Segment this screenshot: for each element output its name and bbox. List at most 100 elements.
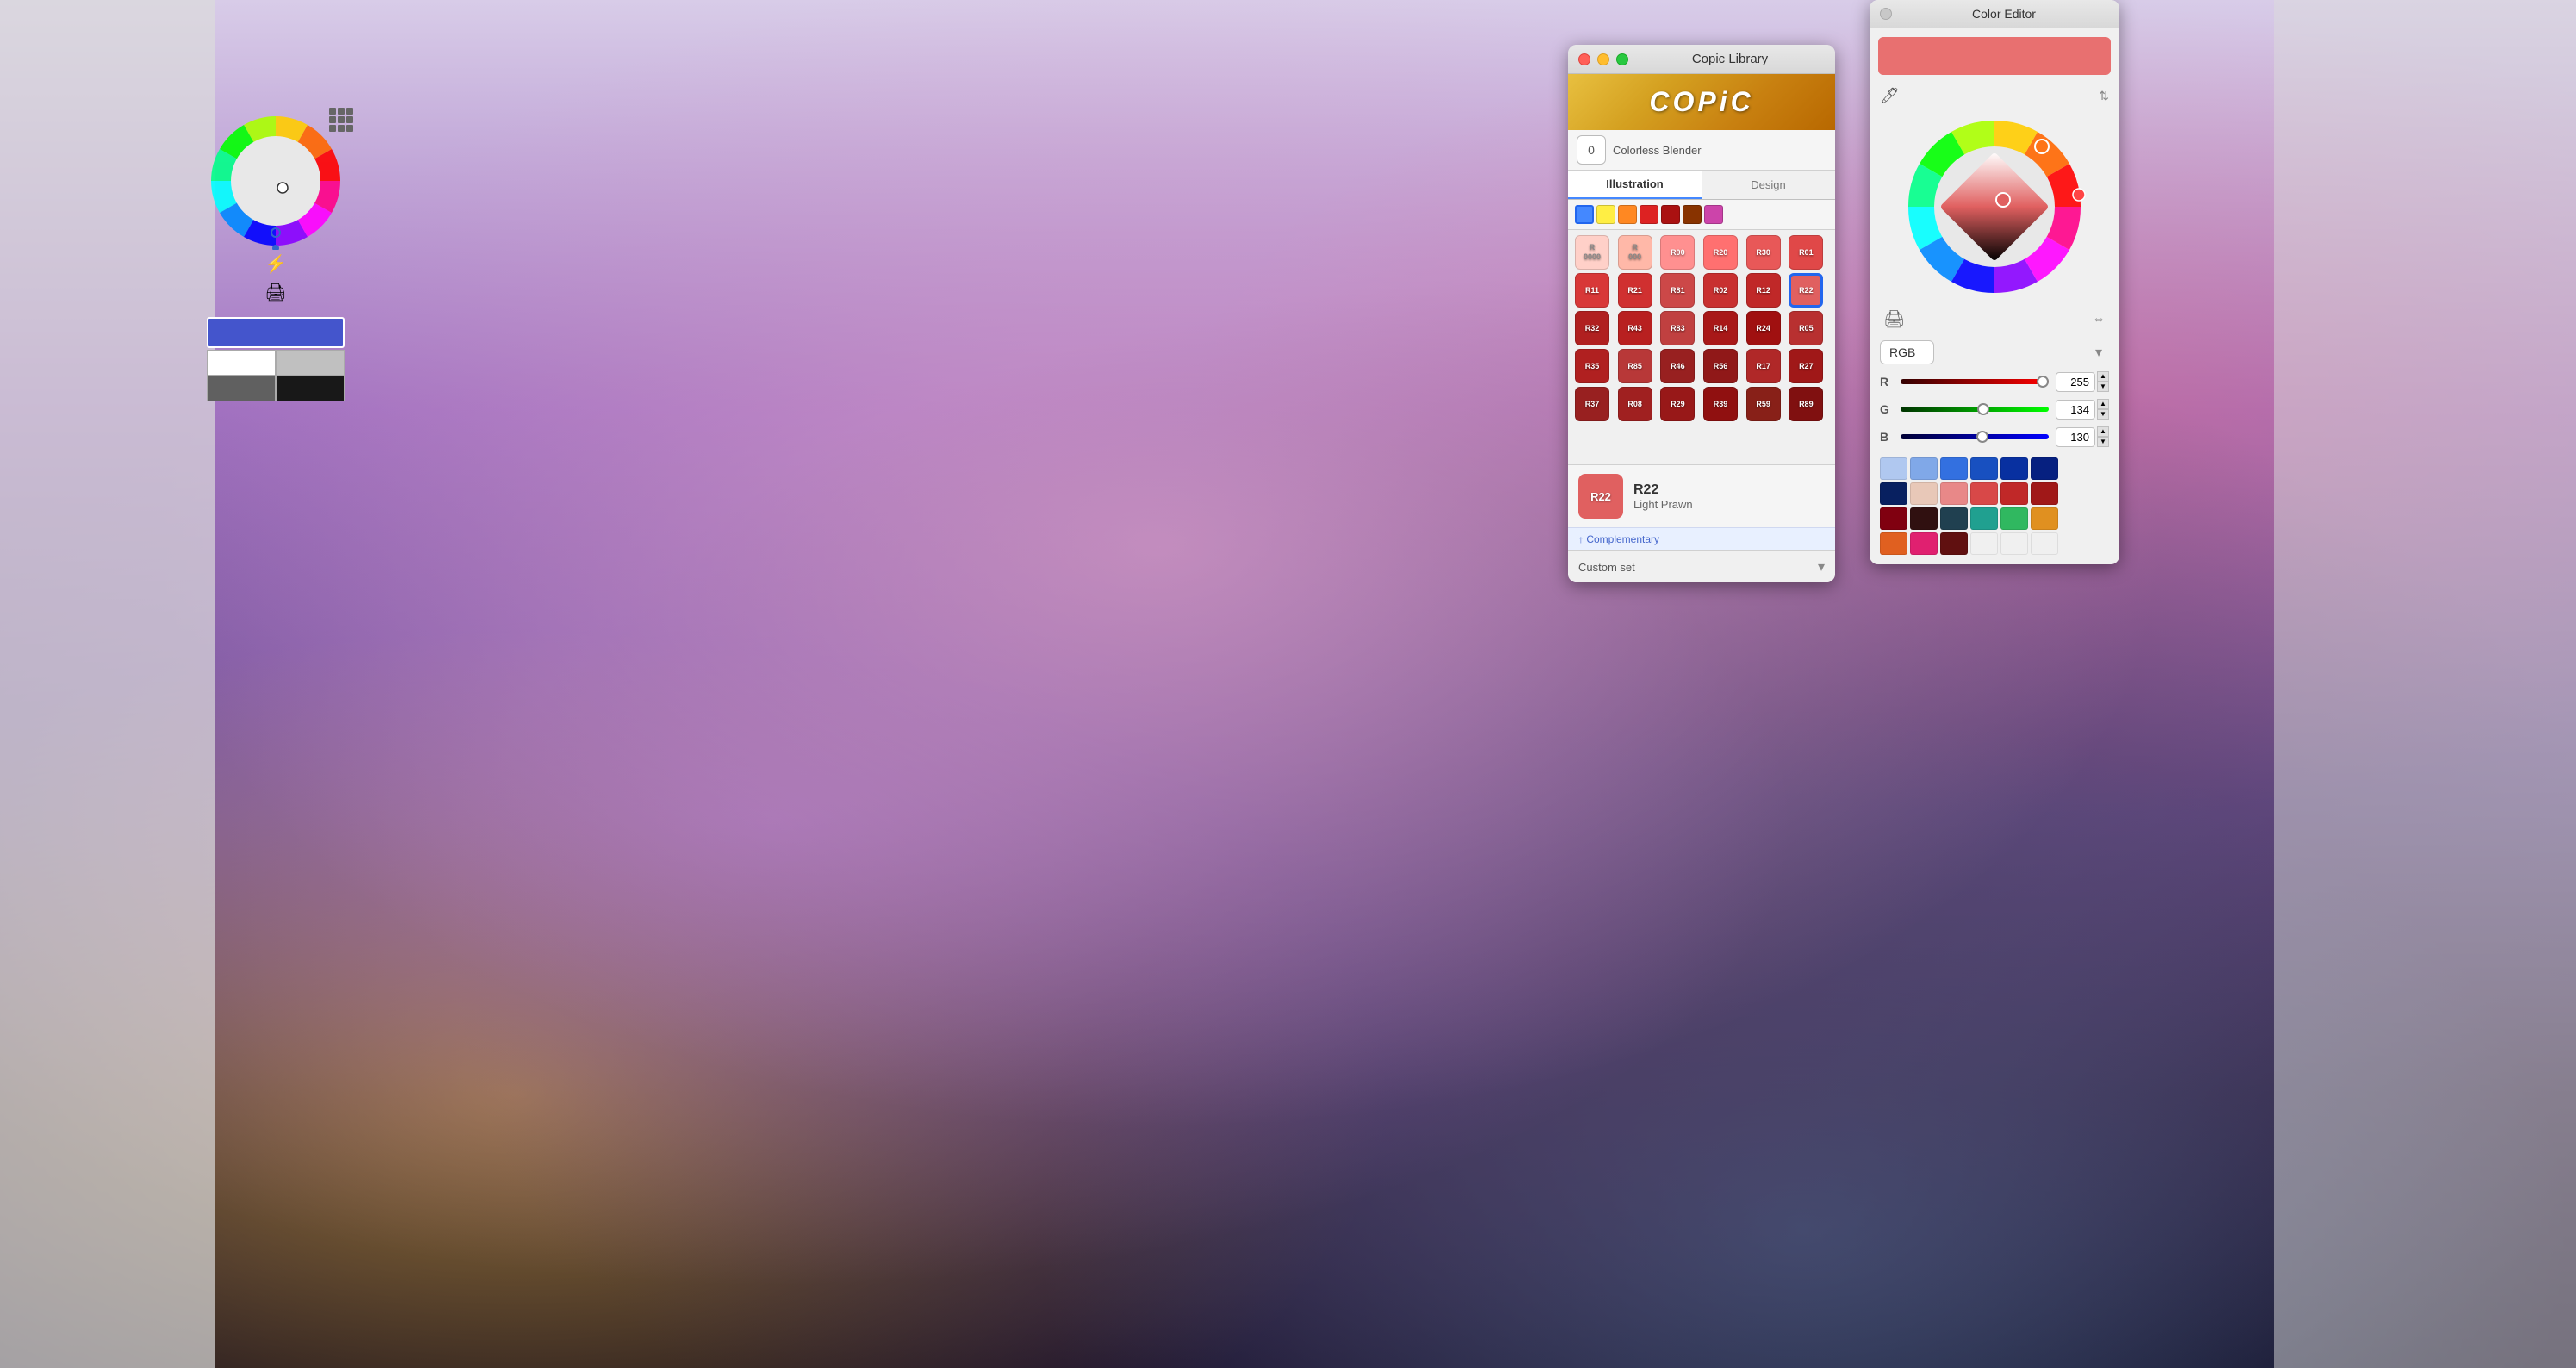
swatch-r14[interactable]: R14 bbox=[1703, 311, 1738, 345]
palette-cell[interactable] bbox=[1910, 507, 1938, 530]
b-step-up[interactable]: ▲ bbox=[2097, 426, 2109, 437]
filter-darkred[interactable] bbox=[1661, 205, 1680, 224]
g-step-up[interactable]: ▲ bbox=[2097, 399, 2109, 409]
light-gray-swatch[interactable] bbox=[276, 350, 345, 376]
filter-red[interactable] bbox=[1640, 205, 1658, 224]
swatch-r05[interactable]: R05 bbox=[1789, 311, 1823, 345]
swatch-r00[interactable]: R00 bbox=[1660, 235, 1695, 270]
swatch-r85[interactable]: R85 bbox=[1618, 349, 1652, 383]
swatch-r89[interactable]: R89 bbox=[1789, 387, 1823, 421]
swatch-r02[interactable]: R02 bbox=[1703, 273, 1738, 308]
palette-cell[interactable] bbox=[1970, 507, 1998, 530]
g-stepper[interactable]: ▲ ▼ bbox=[2097, 399, 2109, 420]
palette-cell[interactable] bbox=[1910, 482, 1938, 505]
palette-cell[interactable] bbox=[1880, 532, 1907, 555]
palette-cell[interactable] bbox=[2031, 507, 2058, 530]
swatch-r0000[interactable]: R0000 bbox=[1575, 235, 1609, 270]
palette-cell[interactable] bbox=[1880, 507, 1907, 530]
r-slider-thumb[interactable] bbox=[2037, 376, 2049, 388]
palette-cell[interactable] bbox=[2000, 507, 2028, 530]
r-step-down[interactable]: ▼ bbox=[2097, 382, 2109, 392]
b-step-down[interactable]: ▼ bbox=[2097, 437, 2109, 447]
main-color-swatch[interactable] bbox=[207, 317, 345, 348]
swatch-r17[interactable]: R17 bbox=[1746, 349, 1781, 383]
b-slider[interactable] bbox=[1901, 434, 2049, 439]
g-value-input[interactable] bbox=[2056, 400, 2095, 420]
palette-cell[interactable] bbox=[2000, 482, 2028, 505]
complementary-section[interactable]: ↑ Complementary bbox=[1568, 527, 1835, 550]
tab-illustration[interactable]: Illustration bbox=[1568, 171, 1702, 199]
palette-cell[interactable] bbox=[1970, 457, 1998, 480]
r-stepper[interactable]: ▲ ▼ bbox=[2097, 371, 2109, 392]
arrows-icon[interactable]: ⇅ bbox=[2099, 89, 2109, 103]
swatch-r46[interactable]: R46 bbox=[1660, 349, 1695, 383]
palette-cell[interactable] bbox=[1910, 532, 1938, 555]
swatch-r81[interactable]: R81 bbox=[1660, 273, 1695, 308]
swatch-r59[interactable]: R59 bbox=[1746, 387, 1781, 421]
color-preview-bar[interactable] bbox=[1878, 37, 2111, 75]
r-step-up[interactable]: ▲ bbox=[2097, 371, 2109, 382]
swatch-r08[interactable]: R08 bbox=[1618, 387, 1652, 421]
dark-gray-swatch[interactable] bbox=[207, 376, 276, 401]
swatch-r20[interactable]: R20 bbox=[1703, 235, 1738, 270]
swatch-r000[interactable]: R000 bbox=[1618, 235, 1652, 270]
tab-design[interactable]: Design bbox=[1702, 171, 1835, 199]
print-icon[interactable]: 🖨 bbox=[264, 283, 286, 302]
filter-blue[interactable] bbox=[1575, 205, 1594, 224]
g-slider[interactable] bbox=[1901, 407, 2049, 412]
swatch-r24[interactable]: R24 bbox=[1746, 311, 1781, 345]
editor-resize-icon[interactable]: ⇔ bbox=[2092, 312, 2106, 327]
palette-cell[interactable] bbox=[2031, 482, 2058, 505]
swatch-r21[interactable]: R21 bbox=[1618, 273, 1652, 308]
eyedropper-icon[interactable]: 🖊 bbox=[1880, 87, 1900, 105]
maximize-button bbox=[1616, 53, 1628, 65]
copic-logo: COPiC bbox=[1580, 86, 1823, 118]
swatch-r22[interactable]: R22 bbox=[1789, 273, 1823, 308]
swatch-r11[interactable]: R11 bbox=[1575, 273, 1609, 308]
g-slider-thumb[interactable] bbox=[1977, 403, 1989, 415]
close-button[interactable] bbox=[1578, 53, 1590, 65]
filter-yellow[interactable] bbox=[1596, 205, 1615, 224]
black-swatch[interactable] bbox=[276, 376, 345, 401]
swatch-r39[interactable]: R39 bbox=[1703, 387, 1738, 421]
palette-cell[interactable] bbox=[2000, 457, 2028, 480]
palette-cell[interactable] bbox=[1940, 482, 1968, 505]
editor-print-icon[interactable]: 🖨 bbox=[1883, 308, 1905, 330]
swatch-r27[interactable]: R27 bbox=[1789, 349, 1823, 383]
b-value-input[interactable] bbox=[2056, 427, 2095, 447]
palette-cell[interactable] bbox=[1910, 457, 1938, 480]
filter-orange[interactable] bbox=[1618, 205, 1637, 224]
swatch-r56[interactable]: R56 bbox=[1703, 349, 1738, 383]
palette-cell[interactable] bbox=[1880, 482, 1907, 505]
palette-cell[interactable] bbox=[1940, 532, 1968, 555]
swatch-r43[interactable]: R43 bbox=[1618, 311, 1652, 345]
b-stepper[interactable]: ▲ ▼ bbox=[2097, 426, 2109, 447]
r-value-input[interactable] bbox=[2056, 372, 2095, 392]
color-mode-select[interactable]: RGB HSB CMYK LAB bbox=[1880, 340, 1934, 364]
palette-cell[interactable] bbox=[1970, 482, 1998, 505]
filter-brown[interactable] bbox=[1683, 205, 1702, 224]
swatch-r29[interactable]: R29 bbox=[1660, 387, 1695, 421]
palette-cell[interactable] bbox=[1940, 457, 1968, 480]
swatch-r30[interactable]: R30 bbox=[1746, 235, 1781, 270]
swatch-r12[interactable]: R12 bbox=[1746, 273, 1781, 308]
r-slider[interactable] bbox=[1901, 379, 2049, 384]
colorless-num[interactable]: 0 bbox=[1577, 135, 1606, 165]
swatch-r35[interactable]: R35 bbox=[1575, 349, 1609, 383]
palette-cell[interactable] bbox=[1940, 507, 1968, 530]
editor-tools-bottom: 🖨 ⇔ bbox=[1870, 305, 2119, 337]
color-swatches-panel bbox=[207, 317, 345, 401]
palette-cell[interactable] bbox=[2031, 457, 2058, 480]
g-step-down[interactable]: ▼ bbox=[2097, 409, 2109, 420]
swatch-r01[interactable]: R01 bbox=[1789, 235, 1823, 270]
palette-cell[interactable] bbox=[1880, 457, 1907, 480]
b-slider-thumb[interactable] bbox=[1976, 431, 1988, 443]
white-swatch[interactable] bbox=[207, 350, 276, 376]
color-wheel[interactable] bbox=[207, 112, 345, 250]
swatch-r83[interactable]: R83 bbox=[1660, 311, 1695, 345]
editor-color-wheel[interactable] bbox=[1900, 112, 2089, 302]
swatch-r32[interactable]: R32 bbox=[1575, 311, 1609, 345]
custom-set-bar[interactable]: Custom set ▾ bbox=[1568, 550, 1835, 582]
swatch-r37[interactable]: R37 bbox=[1575, 387, 1609, 421]
filter-pink[interactable] bbox=[1704, 205, 1723, 224]
